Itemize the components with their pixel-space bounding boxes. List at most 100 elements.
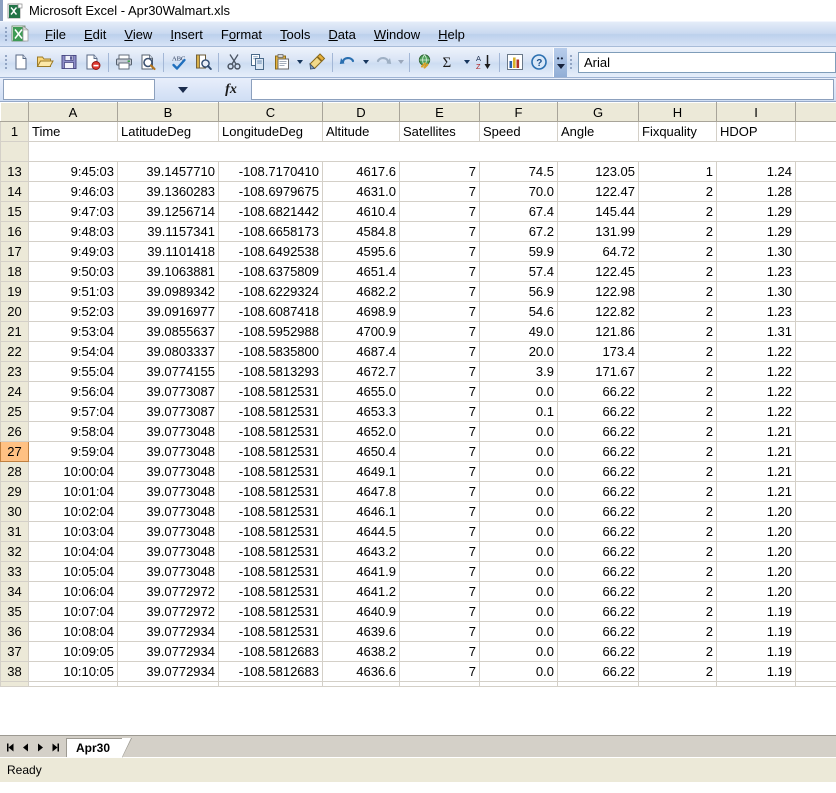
cell-c30[interactable]: -108.5812531 <box>218 501 323 522</box>
row-header[interactable]: 35 <box>0 601 29 622</box>
cell-g34[interactable]: 66.22 <box>557 581 639 602</box>
table-row[interactable]: 30 10:02:04 39.0773048 -108.5812531 4646.1 7 0… <box>0 501 836 522</box>
cell-b35[interactable]: 39.0772972 <box>117 601 219 622</box>
cell-d22[interactable]: 4687.4 <box>322 341 400 362</box>
cell-clipped[interactable] <box>399 681 480 687</box>
cell-j22[interactable] <box>795 341 836 362</box>
redo-icon[interactable] <box>371 50 395 74</box>
cell-d34[interactable]: 4641.2 <box>322 581 400 602</box>
cell-i27[interactable]: 1.21 <box>716 441 796 462</box>
table-row[interactable]: 22 9:54:04 39.0803337 -108.5835800 4687.4 7 20… <box>0 341 836 362</box>
cell-i35[interactable]: 1.19 <box>716 601 796 622</box>
cell-f19[interactable]: 56.9 <box>479 281 558 302</box>
cell-a18[interactable]: 9:50:03 <box>28 261 118 282</box>
row-header[interactable]: 13 <box>0 161 29 182</box>
table-row[interactable]: 27 9:59:04 39.0773048 -108.5812531 4650.4 7 0.… <box>0 441 836 462</box>
cell-b16[interactable]: 39.1157341 <box>117 221 219 242</box>
cell-c20[interactable]: -108.6087418 <box>218 301 323 322</box>
cell-e16[interactable]: 7 <box>399 221 480 242</box>
cell-e35[interactable]: 7 <box>399 601 480 622</box>
cell-a20[interactable]: 9:52:03 <box>28 301 118 322</box>
cell-a29[interactable]: 10:01:04 <box>28 481 118 502</box>
cell-clipped[interactable] <box>117 681 219 687</box>
cell-b32[interactable]: 39.0773048 <box>117 541 219 562</box>
cell-e36[interactable]: 7 <box>399 621 480 642</box>
cell-i38[interactable]: 1.19 <box>716 661 796 682</box>
table-row[interactable]: 32 10:04:04 39.0773048 -108.5812531 4643.2 7 0… <box>0 541 836 562</box>
cell-i21[interactable]: 1.31 <box>716 321 796 342</box>
open-icon[interactable] <box>33 50 57 74</box>
chart-wizard-icon[interactable] <box>503 50 527 74</box>
cell-a36[interactable]: 10:08:04 <box>28 621 118 642</box>
cell-h24[interactable]: 2 <box>638 381 717 402</box>
cell-f38[interactable]: 0.0 <box>479 661 558 682</box>
cell-a25[interactable]: 9:57:04 <box>28 401 118 422</box>
cell-c22[interactable]: -108.5835800 <box>218 341 323 362</box>
last-sheet-icon[interactable] <box>48 739 63 755</box>
copy-icon[interactable] <box>246 50 270 74</box>
cell-j36[interactable] <box>795 621 836 642</box>
table-row[interactable]: 35 10:07:04 39.0772972 -108.5812531 4640.9 7 0… <box>0 601 836 622</box>
cell-f35[interactable]: 0.0 <box>479 601 558 622</box>
cell-a14[interactable]: 9:46:03 <box>28 181 118 202</box>
cell-h36[interactable]: 2 <box>638 621 717 642</box>
menu-gripper[interactable] <box>2 25 9 43</box>
print-icon[interactable] <box>112 50 136 74</box>
cell-g23[interactable]: 171.67 <box>557 361 639 382</box>
cell-b28[interactable]: 39.0773048 <box>117 461 219 482</box>
cell-f37[interactable]: 0.0 <box>479 641 558 662</box>
cell-f29[interactable]: 0.0 <box>479 481 558 502</box>
cell-clipped[interactable] <box>716 681 796 687</box>
table-row[interactable]: 28 10:00:04 39.0773048 -108.5812531 4649.1 7 0… <box>0 461 836 482</box>
cell-e17[interactable]: 7 <box>399 241 480 262</box>
cell-g25[interactable]: 66.22 <box>557 401 639 422</box>
cell-e31[interactable]: 7 <box>399 521 480 542</box>
cell-a23[interactable]: 9:55:04 <box>28 361 118 382</box>
cell-a32[interactable]: 10:04:04 <box>28 541 118 562</box>
cell-i20[interactable]: 1.23 <box>716 301 796 322</box>
row-header[interactable]: 33 <box>0 561 29 582</box>
cell-clipped[interactable] <box>638 681 717 687</box>
cell-i31[interactable]: 1.20 <box>716 521 796 542</box>
table-row[interactable]: 29 10:01:04 39.0773048 -108.5812531 4647.8 7 0… <box>0 481 836 502</box>
cell-e25[interactable]: 7 <box>399 401 480 422</box>
cell-a15[interactable]: 9:47:03 <box>28 201 118 222</box>
spelling-icon[interactable]: ABC <box>167 50 191 74</box>
cell-e28[interactable]: 7 <box>399 461 480 482</box>
cell-j33[interactable] <box>795 561 836 582</box>
cell-j20[interactable] <box>795 301 836 322</box>
cell-e15[interactable]: 7 <box>399 201 480 222</box>
menu-item-data[interactable]: Data <box>319 24 364 45</box>
cell-e22[interactable]: 7 <box>399 341 480 362</box>
cell-h17[interactable]: 2 <box>638 241 717 262</box>
cell-h21[interactable]: 2 <box>638 321 717 342</box>
cell-c36[interactable]: -108.5812531 <box>218 621 323 642</box>
cell-g15[interactable]: 145.44 <box>557 201 639 222</box>
cell-a24[interactable]: 9:56:04 <box>28 381 118 402</box>
cell-d18[interactable]: 4651.4 <box>322 261 400 282</box>
cell-b31[interactable]: 39.0773048 <box>117 521 219 542</box>
cell-g29[interactable]: 66.22 <box>557 481 639 502</box>
cell-a26[interactable]: 9:58:04 <box>28 421 118 442</box>
cell-j29[interactable] <box>795 481 836 502</box>
cell-i18[interactable]: 1.23 <box>716 261 796 282</box>
cell-h16[interactable]: 2 <box>638 221 717 242</box>
cell-e19[interactable]: 7 <box>399 281 480 302</box>
cell-c21[interactable]: -108.5952988 <box>218 321 323 342</box>
cell-g33[interactable]: 66.22 <box>557 561 639 582</box>
cell-d32[interactable]: 4643.2 <box>322 541 400 562</box>
table-row[interactable]: 37 10:09:05 39.0772934 -108.5812683 4638.2 7 0… <box>0 641 836 662</box>
table-row[interactable]: 26 9:58:04 39.0773048 -108.5812531 4652.0 7 0.… <box>0 421 836 442</box>
cell-g19[interactable]: 122.98 <box>557 281 639 302</box>
cell-h25[interactable]: 2 <box>638 401 717 422</box>
table-row[interactable]: 34 10:06:04 39.0772972 -108.5812531 4641.2 7 0… <box>0 581 836 602</box>
row-header[interactable]: 18 <box>0 261 29 282</box>
cell-i32[interactable]: 1.20 <box>716 541 796 562</box>
cell-j21[interactable] <box>795 321 836 342</box>
cell-h14[interactable]: 2 <box>638 181 717 202</box>
cell-d19[interactable]: 4682.2 <box>322 281 400 302</box>
table-row[interactable]: 13 9:45:03 39.1457710 -108.7170410 4617.6 7 74… <box>0 161 836 182</box>
cell-g20[interactable]: 122.82 <box>557 301 639 322</box>
sort-ascending-icon[interactable]: AZ <box>472 50 496 74</box>
cell-e37[interactable]: 7 <box>399 641 480 662</box>
